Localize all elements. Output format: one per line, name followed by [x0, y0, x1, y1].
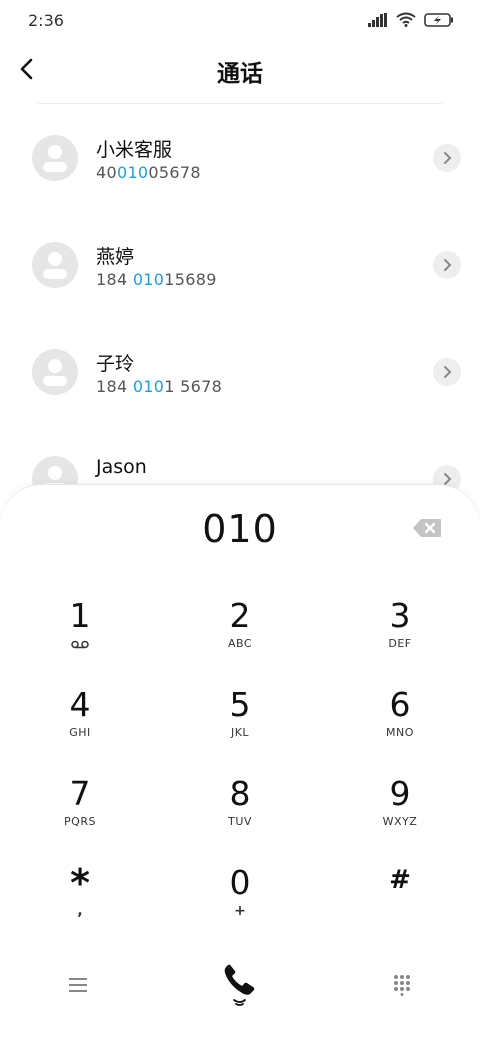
key-2[interactable]: 2 ABC — [180, 597, 300, 677]
key-digit: 2 — [229, 596, 251, 635]
contact-row[interactable]: 子玲 184 0101 5678 — [0, 319, 480, 399]
key-letters: DEF — [388, 637, 412, 650]
contact-row[interactable]: 燕婷 184 01015689 — [0, 212, 480, 292]
header-divider — [38, 103, 442, 104]
avatar — [32, 349, 78, 395]
battery-charging-icon — [424, 12, 453, 27]
key-1[interactable]: 1 — [20, 597, 140, 677]
key-symbol: + — [234, 903, 246, 919]
status-bar: 2:36 — [0, 0, 480, 42]
key-digit: # — [389, 865, 411, 895]
contact-number: 184 0101 5678 — [96, 377, 223, 396]
signal-icon — [368, 12, 387, 27]
key-4[interactable]: 4 GHI — [20, 686, 140, 766]
avatar — [32, 135, 78, 181]
key-digit: 9 — [389, 774, 411, 813]
contact-details-button[interactable] — [433, 251, 461, 279]
wifi-icon — [396, 12, 416, 27]
key-letters: TUV — [228, 815, 252, 828]
key-star[interactable]: * , — [20, 864, 140, 944]
backspace-button[interactable] — [412, 518, 442, 538]
key-digit: 0 — [229, 863, 251, 902]
key-8[interactable]: 8 TUV — [180, 775, 300, 855]
status-time: 2:36 — [28, 11, 64, 30]
key-digit: 6 — [389, 685, 411, 724]
chevron-right-icon — [444, 259, 452, 271]
key-digit: 5 — [229, 685, 251, 724]
dialer-sheet: 010 1 2 ABC 3 DEF 4 GHI 5 JKL 6 MNO 7 PQ… — [0, 484, 480, 1040]
key-letters: GHI — [69, 726, 91, 739]
contact-name: Jason — [96, 456, 147, 478]
key-7[interactable]: 7 PQRS — [20, 775, 140, 855]
key-9[interactable]: 9 WXYZ — [340, 775, 460, 855]
key-0[interactable]: 0 + — [180, 864, 300, 944]
contact-name: 子玲 — [96, 353, 135, 375]
keypad-toggle-button[interactable] — [372, 955, 432, 1015]
key-digit: 1 — [69, 596, 91, 635]
header: 通话 — [0, 42, 480, 98]
backspace-icon — [413, 519, 441, 537]
dialer-bottom-bar — [0, 955, 480, 1025]
key-letters: MNO — [386, 726, 414, 739]
key-5[interactable]: 5 JKL — [180, 686, 300, 766]
contact-number: 4001005678 — [96, 163, 201, 182]
key-symbol: , — [77, 903, 83, 919]
key-letters: ABC — [227, 637, 253, 650]
key-digit: * — [70, 861, 90, 905]
key-letters: PQRS — [64, 815, 96, 828]
key-letters: WXYZ — [382, 815, 418, 828]
contact-details-button[interactable] — [433, 144, 461, 172]
contact-name: 燕婷 — [96, 246, 135, 268]
contact-name: 小米客服 — [96, 139, 173, 161]
dialed-number-display: 010 — [202, 507, 278, 551]
contact-details-button[interactable] — [433, 358, 461, 386]
contact-row[interactable]: 小米客服 4001005678 — [0, 105, 480, 185]
menu-button[interactable] — [48, 955, 108, 1015]
key-6[interactable]: 6 MNO — [340, 686, 460, 766]
key-letters: JKL — [230, 726, 250, 739]
avatar — [32, 242, 78, 288]
keypad-icon — [394, 975, 410, 996]
key-digit: 4 — [69, 685, 91, 724]
key-digit: 8 — [229, 774, 251, 813]
page-title: 通话 — [217, 61, 263, 87]
chevron-right-icon — [444, 152, 452, 164]
key-digit: 3 — [389, 596, 411, 635]
menu-icon — [69, 978, 87, 992]
chevron-right-icon — [444, 366, 452, 378]
key-3[interactable]: 3 DEF — [340, 597, 460, 677]
status-icons — [368, 12, 454, 27]
phone-icon — [224, 964, 255, 1006]
voicemail-icon — [71, 640, 89, 649]
call-button[interactable] — [210, 955, 270, 1015]
contact-number: 184 01015689 — [96, 270, 217, 289]
key-digit: 7 — [69, 774, 91, 813]
key-hash[interactable]: # — [340, 864, 460, 944]
